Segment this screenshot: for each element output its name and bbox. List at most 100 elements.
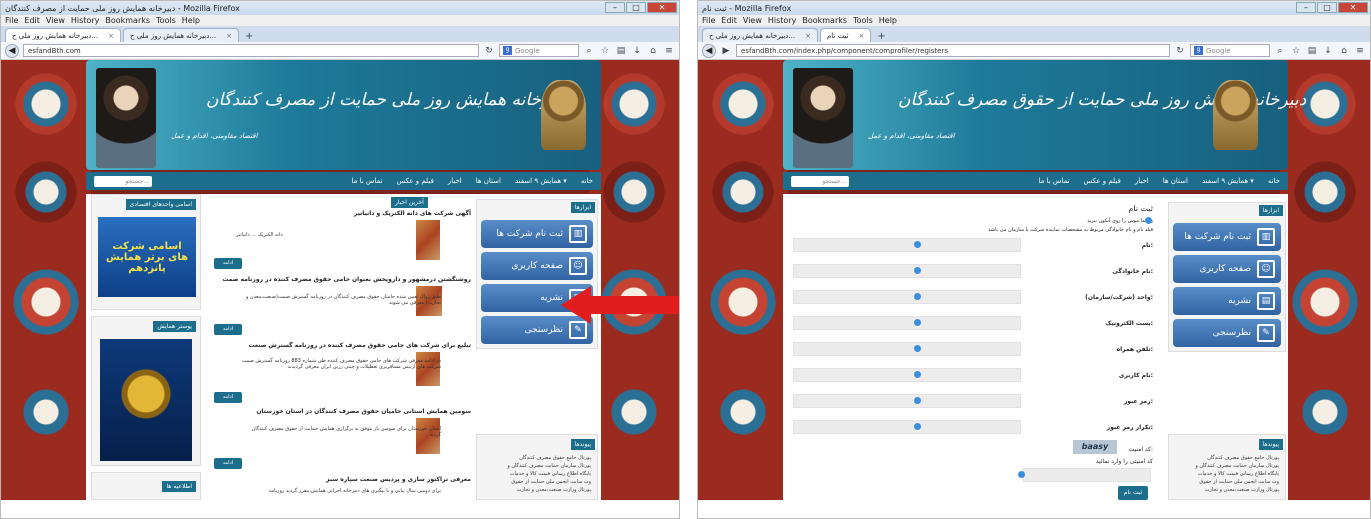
new-tab-icon[interactable]: + xyxy=(873,31,889,42)
menu-tools[interactable]: Tools xyxy=(853,16,873,25)
address-bar[interactable]: esfandBth.com xyxy=(23,44,479,57)
menu-edit[interactable]: Edit xyxy=(24,16,40,25)
download-icon[interactable]: ↓ xyxy=(631,46,643,56)
browser-tab[interactable]: دبیرخانه همایش روز ملی ح... × xyxy=(122,28,239,42)
poll-button[interactable]: نظرسنجی ✎ xyxy=(1173,319,1281,347)
search-box[interactable]: g Google xyxy=(1190,44,1270,57)
news-headline[interactable]: معرفی تراکتور سازی و پردیس صنعت سپاره سب… xyxy=(326,476,471,483)
nav-media[interactable]: فیلم و عکس xyxy=(1084,177,1121,185)
nav-home[interactable]: خانه xyxy=(1268,177,1280,185)
close-button[interactable]: ✕ xyxy=(1338,2,1368,13)
link-item[interactable]: پورتال وزارت صنعت،معدن و تجارت xyxy=(517,487,591,493)
nav-provinces[interactable]: استان ها xyxy=(476,177,501,185)
user-page-button[interactable]: صفحه کاربری ☺ xyxy=(1173,255,1281,283)
menu-file[interactable]: File xyxy=(702,16,715,25)
magazine-button[interactable]: نشریه ▤ xyxy=(1173,287,1281,315)
back-icon[interactable]: ◀ xyxy=(702,43,716,58)
close-tab-icon[interactable]: × xyxy=(108,32,114,40)
link-item[interactable]: پورتال جامع حقوق مصرف کنندگان xyxy=(519,455,591,461)
bookmarks-list-icon[interactable]: ▤ xyxy=(1306,46,1318,56)
close-tab-icon[interactable]: × xyxy=(859,32,865,40)
info-icon[interactable] xyxy=(914,371,921,378)
nav-news[interactable]: اخبار xyxy=(448,177,462,185)
user-page-button[interactable]: صفحه کاربری ☺ xyxy=(481,252,593,280)
bookmarks-list-icon[interactable]: ▤ xyxy=(615,46,627,56)
info-icon[interactable] xyxy=(914,293,921,300)
first-name-input[interactable] xyxy=(793,238,1021,252)
organization-input[interactable] xyxy=(793,290,1021,304)
close-button[interactable]: ✕ xyxy=(647,2,677,13)
menu-bookmarks[interactable]: Bookmarks xyxy=(802,16,847,25)
username-input[interactable] xyxy=(793,368,1021,382)
link-item[interactable]: پایگاه اطلاع رسانی قیمت کالا و خدمات xyxy=(510,471,591,477)
close-tab-icon[interactable]: × xyxy=(226,32,232,40)
search-icon[interactable]: ⌕ xyxy=(1274,46,1286,56)
news-headline[interactable]: روشنگشتن درمشهور و داروپخش بعنوان حامی ح… xyxy=(222,276,471,283)
browser-tab[interactable]: دبیرخانه همایش روز ملی ح... × xyxy=(702,28,818,42)
nav-conference[interactable]: همایش ۹ اسفند ▾ xyxy=(1202,177,1254,185)
mobile-input[interactable] xyxy=(793,342,1021,356)
menu-edit[interactable]: Edit xyxy=(721,16,737,25)
info-icon[interactable] xyxy=(914,241,921,248)
menu-icon[interactable]: ≡ xyxy=(1354,46,1366,56)
info-icon[interactable] xyxy=(1018,471,1025,478)
menu-history[interactable]: History xyxy=(71,16,99,25)
minimize-button[interactable]: – xyxy=(605,2,625,13)
captcha-input[interactable] xyxy=(1023,468,1151,482)
info-icon[interactable] xyxy=(914,423,921,430)
close-tab-icon[interactable]: × xyxy=(805,32,811,40)
company-register-button[interactable]: ثبت نام شرکت ها ▥ xyxy=(1173,223,1281,251)
menu-history[interactable]: History xyxy=(768,16,796,25)
read-more-button[interactable]: ادامه xyxy=(214,392,242,403)
nav-contact[interactable]: تماس با ما xyxy=(351,177,382,185)
company-register-button[interactable]: ثبت نام شرکت ها ▥ xyxy=(481,220,593,248)
home-icon[interactable]: ⌂ xyxy=(1338,46,1350,56)
site-search-input[interactable]: جستجو... xyxy=(791,175,849,187)
info-icon[interactable] xyxy=(914,267,921,274)
search-icon[interactable]: ⌕ xyxy=(583,46,595,56)
conference-poster[interactable] xyxy=(100,339,192,461)
link-item[interactable]: پورتال وزارت صنعت،معدن و تجارت xyxy=(1205,487,1279,493)
password-repeat-input[interactable] xyxy=(793,420,1021,434)
info-icon[interactable] xyxy=(914,319,921,326)
reload-icon[interactable]: ↻ xyxy=(483,46,495,56)
link-item[interactable]: پایگاه اطلاع رسانی قیمت کالا و خدمات xyxy=(1198,471,1279,477)
link-item[interactable]: وب سایت انجمن ملی حمایت از حقوق xyxy=(511,479,591,485)
maximize-button[interactable]: □ xyxy=(626,2,646,13)
new-tab-icon[interactable]: + xyxy=(241,31,257,42)
nav-news[interactable]: اخبار xyxy=(1135,177,1149,185)
bookmark-star-icon[interactable]: ☆ xyxy=(599,46,611,56)
link-item[interactable]: پورتال جامع حقوق مصرف کنندگان xyxy=(1207,455,1279,461)
maximize-button[interactable]: □ xyxy=(1317,2,1337,13)
home-icon[interactable]: ⌂ xyxy=(647,46,659,56)
email-input[interactable] xyxy=(793,316,1021,330)
back-icon[interactable]: ◀ xyxy=(5,43,19,58)
news-headline[interactable]: سومین همایش استانی حامیان حقوق مصرف کنند… xyxy=(256,408,471,415)
info-icon[interactable] xyxy=(1145,217,1152,224)
minimize-button[interactable]: – xyxy=(1296,2,1316,13)
menu-view[interactable]: View xyxy=(743,16,762,25)
menu-icon[interactable]: ≡ xyxy=(663,46,675,56)
browser-tab[interactable]: دبیرخانه همایش روز ملی ح... × xyxy=(5,28,121,42)
password-input[interactable] xyxy=(793,394,1021,408)
bookmark-star-icon[interactable]: ☆ xyxy=(1290,46,1302,56)
news-thumbnail[interactable] xyxy=(416,220,440,260)
read-more-button[interactable]: ادامه xyxy=(214,324,242,335)
info-icon[interactable] xyxy=(914,345,921,352)
nav-media[interactable]: فیلم و عکس xyxy=(397,177,434,185)
info-icon[interactable] xyxy=(914,397,921,404)
forward-icon[interactable]: ▶ xyxy=(720,46,732,56)
menu-view[interactable]: View xyxy=(46,16,65,25)
menu-bookmarks[interactable]: Bookmarks xyxy=(105,16,150,25)
news-headline[interactable]: تبلیغ برای شرکت های حامی حقوق مصرف کننده… xyxy=(248,342,471,349)
browser-tab[interactable]: ثبت نام × xyxy=(819,28,872,42)
nav-provinces[interactable]: استان ها xyxy=(1163,177,1188,185)
menu-tools[interactable]: Tools xyxy=(156,16,176,25)
menu-help[interactable]: Help xyxy=(879,16,897,25)
link-item[interactable]: وب سایت انجمن ملی حمایت از حقوق xyxy=(1199,479,1279,485)
link-item[interactable]: پورتال سازمان حمایت مصرف کنندگان و xyxy=(1195,463,1279,469)
nav-home[interactable]: خانه xyxy=(581,177,593,185)
search-box[interactable]: g Google xyxy=(499,44,579,57)
menu-help[interactable]: Help xyxy=(182,16,200,25)
register-button[interactable]: ثبت نام xyxy=(1118,486,1148,500)
